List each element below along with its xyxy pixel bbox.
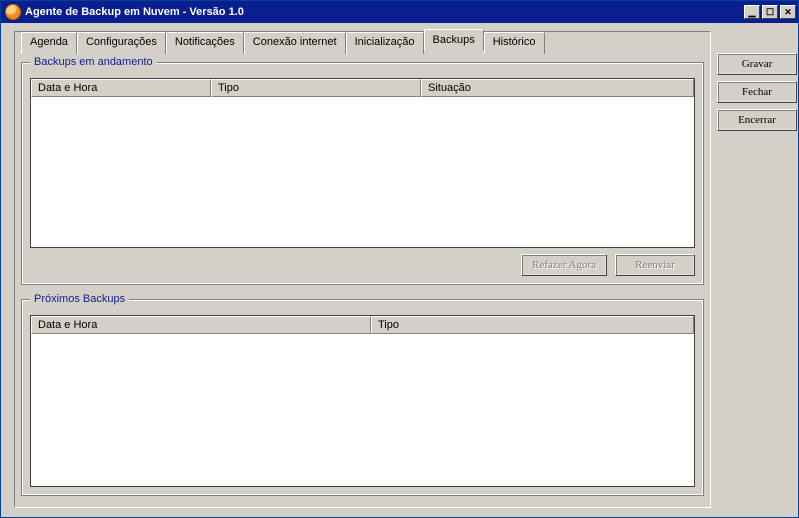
listview-andamento[interactable]: Data e Hora Tipo Situação bbox=[30, 78, 695, 248]
listview-header: Data e Hora Tipo Situação bbox=[31, 79, 694, 97]
tab-configuracoes[interactable]: Configurações bbox=[77, 32, 166, 54]
tab-label: Agenda bbox=[30, 36, 68, 48]
gravar-button[interactable]: Gravar bbox=[717, 53, 797, 75]
col-data-hora[interactable]: Data e Hora bbox=[31, 316, 371, 334]
tab-label: Conexão internet bbox=[253, 36, 337, 48]
refazer-agora-button[interactable]: Refazer Agora bbox=[521, 254, 607, 276]
encerrar-button[interactable]: Encerrar bbox=[717, 109, 797, 131]
sidebar-buttons: Gravar Fechar Encerrar bbox=[717, 31, 789, 508]
tab-label: Backups bbox=[433, 34, 475, 46]
client-area: Agenda Configurações Notificações Conexã… bbox=[2, 23, 797, 516]
app-icon bbox=[5, 4, 21, 20]
tab-conexao-internet[interactable]: Conexão internet bbox=[244, 32, 346, 54]
group-legend: Backups em andamento bbox=[30, 56, 157, 68]
col-situacao[interactable]: Situação bbox=[421, 79, 694, 97]
listview-header: Data e Hora Tipo bbox=[31, 316, 694, 334]
tab-historico[interactable]: Histórico bbox=[484, 32, 545, 54]
app-window: Agente de Backup em Nuvem - Versão 1.0 ▁… bbox=[0, 0, 799, 518]
group-legend: Próximos Backups bbox=[30, 293, 129, 305]
minimize-button[interactable]: ▁ bbox=[744, 5, 760, 19]
group1-buttons: Refazer Agora Reenviar bbox=[30, 254, 695, 276]
tab-content: Backups em andamento Data e Hora Tipo Si… bbox=[21, 56, 704, 499]
window-controls: ▁ ☐ ✕ bbox=[744, 5, 796, 19]
tab-inicializacao[interactable]: Inicialização bbox=[346, 32, 424, 54]
fechar-button[interactable]: Fechar bbox=[717, 81, 797, 103]
tab-strip: Agenda Configurações Notificações Conexã… bbox=[21, 31, 545, 53]
listview-body bbox=[31, 97, 694, 247]
tab-label: Configurações bbox=[86, 36, 157, 48]
maximize-button[interactable]: ☐ bbox=[762, 5, 778, 19]
tab-label: Inicialização bbox=[355, 36, 415, 48]
group-backups-em-andamento: Backups em andamento Data e Hora Tipo Si… bbox=[21, 56, 704, 285]
col-tipo[interactable]: Tipo bbox=[371, 316, 694, 334]
col-tipo[interactable]: Tipo bbox=[211, 79, 421, 97]
tab-agenda[interactable]: Agenda bbox=[21, 32, 77, 54]
listview-body bbox=[31, 334, 694, 486]
minimize-icon: ▁ bbox=[749, 8, 756, 17]
close-icon: ✕ bbox=[784, 8, 792, 17]
col-data-hora[interactable]: Data e Hora bbox=[31, 79, 211, 97]
listview-proximos[interactable]: Data e Hora Tipo bbox=[30, 315, 695, 487]
close-button[interactable]: ✕ bbox=[780, 5, 796, 19]
tab-backups[interactable]: Backups bbox=[424, 29, 484, 51]
tab-notificacoes[interactable]: Notificações bbox=[166, 32, 244, 54]
maximize-icon: ☐ bbox=[766, 8, 774, 17]
group-proximos-backups: Próximos Backups Data e Hora Tipo bbox=[21, 293, 704, 496]
window-title: Agente de Backup em Nuvem - Versão 1.0 bbox=[25, 6, 740, 18]
reenviar-button[interactable]: Reenviar bbox=[615, 254, 695, 276]
tab-label: Notificações bbox=[175, 36, 235, 48]
tab-panel: Agenda Configurações Notificações Conexã… bbox=[14, 31, 711, 508]
tab-label: Histórico bbox=[493, 36, 536, 48]
titlebar: Agente de Backup em Nuvem - Versão 1.0 ▁… bbox=[1, 1, 798, 23]
